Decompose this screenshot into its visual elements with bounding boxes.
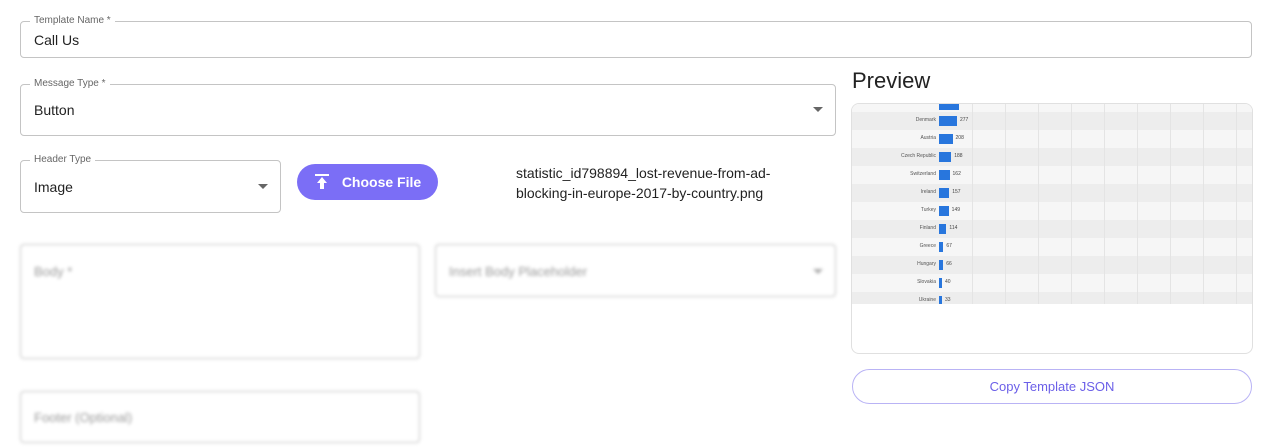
preview-row-label: Czech Republic <box>900 153 936 159</box>
preview-header-image: Denmark 277 Austria 208 Czech Republic 188 Swi… <box>852 104 1252 304</box>
preview-bar-value: 277 <box>960 117 969 123</box>
body-placeholder: Body * <box>34 264 73 279</box>
template-name-value: Call Us <box>34 32 80 48</box>
preview-bar-value: 188 <box>954 153 963 159</box>
preview-bar-value: 157 <box>952 189 961 195</box>
preview-bar <box>939 188 950 198</box>
preview-bar <box>939 152 952 162</box>
preview-row-label: Greece <box>919 243 936 249</box>
preview-row-stripe <box>852 256 1252 274</box>
preview-row-label: Austria <box>920 135 936 141</box>
choose-file-label: Choose File <box>341 174 422 190</box>
preview-bar <box>939 260 944 270</box>
preview-title: Preview <box>852 68 931 93</box>
preview-row-label: Denmark <box>915 117 936 123</box>
preview-bar-value: 149 <box>951 207 961 213</box>
message-type-label: Message Type * <box>30 78 110 90</box>
preview-gridline <box>1236 104 1237 304</box>
preview-gridline <box>1071 104 1072 304</box>
preview-bar <box>939 116 957 126</box>
preview-row-label: Ukraine <box>918 297 936 303</box>
message-type-select[interactable]: Message Type * Button <box>20 78 836 136</box>
upload-icon <box>314 174 329 189</box>
preview-gridline <box>1005 104 1006 304</box>
chevron-down-icon <box>813 107 823 112</box>
body-textarea[interactable]: Body * <box>20 244 420 359</box>
preview-bar-value: 67 <box>946 243 952 249</box>
preview-row-label: Turkey <box>920 207 936 213</box>
preview-bar-value: 33 <box>945 297 951 303</box>
preview-row-label: Slovakia <box>917 279 936 285</box>
preview-row-label: Switzerland <box>910 171 936 177</box>
insert-body-placeholder-text: Insert Body Placeholder <box>449 264 588 279</box>
preview-bar <box>939 170 950 180</box>
preview-bar <box>939 296 942 304</box>
header-type-value: Image <box>34 179 73 195</box>
template-name-field[interactable]: Template Name * Call Us <box>20 15 1252 58</box>
chevron-down-icon <box>813 269 823 274</box>
preview-gridline <box>1170 104 1171 304</box>
copy-template-json-button[interactable]: Copy Template JSON <box>852 369 1252 404</box>
footer-field[interactable]: Footer (Optional) <box>20 391 420 443</box>
footer-placeholder: Footer (Optional) <box>34 410 133 425</box>
preview-card: Denmark 277 Austria 208 Czech Republic 188 Swi… <box>851 103 1253 354</box>
preview-bar <box>939 224 947 234</box>
preview-gridline <box>1137 104 1138 304</box>
message-type-value: Button <box>34 102 75 118</box>
preview-bar-value: 66 <box>946 261 952 267</box>
preview-row-label: Hungary <box>917 261 936 267</box>
preview-row-label: Finland <box>919 225 936 231</box>
preview-bar <box>939 242 944 252</box>
preview-bar-value: 40 <box>945 279 951 285</box>
preview-row-stripe <box>852 184 1252 202</box>
preview-bar <box>939 134 953 144</box>
preview-gridline <box>1038 104 1039 304</box>
preview-gridline <box>972 104 973 304</box>
preview-row-label: Ireland <box>920 189 936 195</box>
header-type-label: Header Type <box>30 154 96 166</box>
preview-gridline <box>1104 104 1105 304</box>
preview-bar-value: 208 <box>955 135 964 141</box>
preview-row-stripe <box>852 220 1252 238</box>
header-type-select[interactable]: Header Type Image <box>20 154 281 213</box>
selected-file-name: statistic_id798894_lost-revenue-from-ad-… <box>516 165 771 201</box>
insert-body-placeholder-select[interactable]: Insert Body Placeholder <box>435 244 836 297</box>
preview-row-stripe <box>852 292 1252 304</box>
template-name-label: Template Name * <box>30 15 115 27</box>
preview-gridline <box>1203 104 1204 304</box>
preview-bar-partial <box>939 104 959 110</box>
preview-bar-value: 114 <box>949 225 958 231</box>
preview-bar-value: 162 <box>952 171 961 177</box>
preview-row-stripe <box>852 112 1252 130</box>
preview-bar <box>939 206 949 216</box>
choose-file-button[interactable]: Choose File <box>297 164 438 200</box>
preview-bar <box>939 278 942 288</box>
chevron-down-icon <box>258 184 268 189</box>
